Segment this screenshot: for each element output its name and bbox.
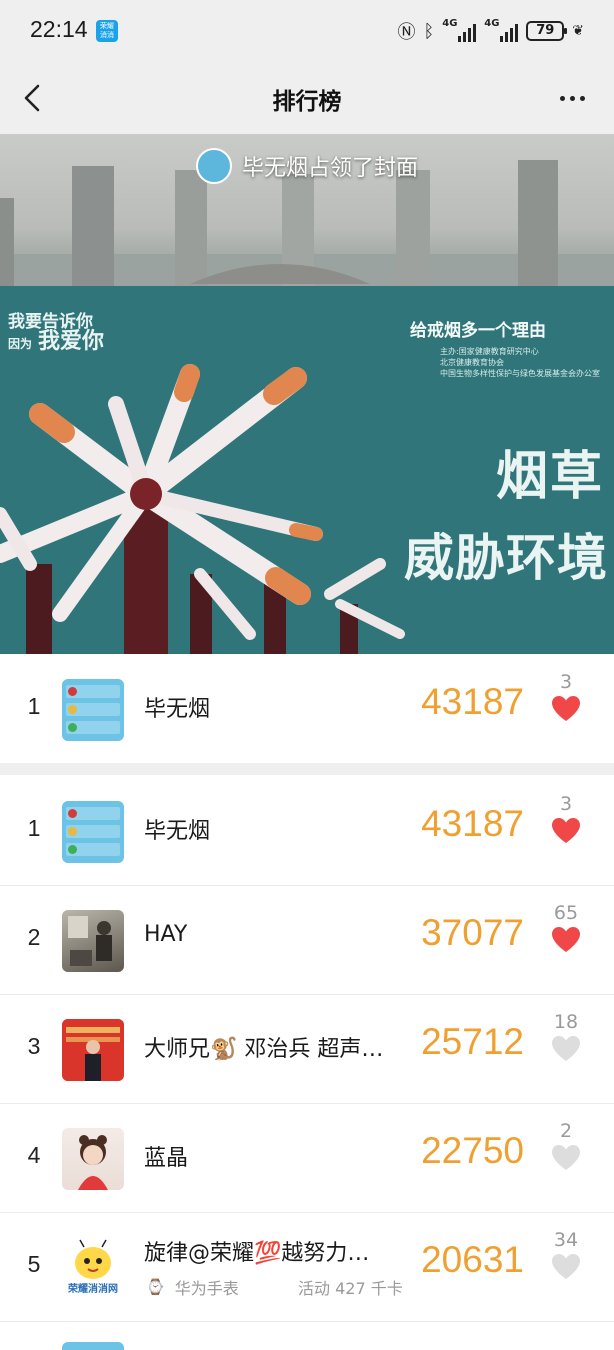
avatar[interactable] xyxy=(62,801,124,863)
cover-avatar xyxy=(195,148,232,184)
avatar[interactable] xyxy=(62,1019,124,1081)
heart-icon xyxy=(552,1145,580,1170)
nfc-icon: Ⓝ xyxy=(397,22,416,43)
user-name: 大师兄🐒 邓治兵 超声… xyxy=(144,1037,384,1062)
row-divider xyxy=(0,1321,614,1322)
ranking-row[interactable]: 3 大师兄🐒 邓治兵 超声… 25712 18 xyxy=(0,995,614,1103)
cover-slogan: 我要告诉你 因为 我爱你 xyxy=(8,312,104,354)
like-count: 65 xyxy=(553,902,579,924)
activity-calories: 活动 427 千卡 xyxy=(298,1279,403,1298)
cover-big-text-1: 烟草 xyxy=(495,447,604,507)
cover-banner: 毕无烟占领了封面 xyxy=(0,148,614,184)
avatar[interactable] xyxy=(62,679,124,741)
step-count: 43187 xyxy=(421,681,524,722)
step-count: 25712 xyxy=(421,1021,524,1062)
app-notification-icon: 荣耀 消消 xyxy=(96,20,118,42)
like-count: 3 xyxy=(559,793,573,815)
like-button[interactable]: 2 xyxy=(544,1120,588,1176)
signal-1-icon: 4G xyxy=(442,18,477,42)
rank-number: 3 xyxy=(27,1033,41,1059)
like-button[interactable]: 18 xyxy=(544,1011,588,1067)
like-count: 2 xyxy=(559,1120,573,1142)
user-name: 毕无烟 xyxy=(144,697,211,722)
user-name: HAY xyxy=(144,922,188,947)
nav-bar: 排行榜 xyxy=(0,62,614,134)
like-count: 34 xyxy=(553,1229,579,1251)
heart-icon xyxy=(552,927,580,952)
section-gap xyxy=(0,763,614,775)
rank-number: 5 xyxy=(27,1251,41,1277)
more-dots-icon xyxy=(559,95,565,101)
avatar-caption: 荣耀消消网 xyxy=(68,1284,118,1295)
battery-icon: 79 xyxy=(526,21,568,41)
activity-info: ⌚ 华为手表 活动 427 千卡 xyxy=(146,1275,403,1299)
status-icons: Ⓝ ᛒ 4G 4G 79 ❦ xyxy=(397,18,584,44)
bluetooth-icon: ᛒ xyxy=(423,20,435,42)
ranking-row[interactable]: 5 荣耀消消网 旋律@荣耀💯越努力… ⌚ 华为手表 活动 427 千卡 2063… xyxy=(0,1213,614,1321)
page-title: 排行榜 xyxy=(272,89,342,115)
step-count: 22750 xyxy=(421,1130,524,1171)
cover-sub-text: 主办:国家健康教育研究中心 北京健康教育协会 中国生物多样性保护与绿色发展基金会… xyxy=(440,347,600,378)
user-name: 毕无烟 xyxy=(144,819,211,844)
avatar[interactable] xyxy=(62,910,124,972)
next-row-avatar xyxy=(62,1342,124,1350)
like-button[interactable]: 65 xyxy=(544,902,588,958)
like-button[interactable]: 3 xyxy=(544,671,588,727)
user-name: 旋律@荣耀💯越努力… xyxy=(144,1241,370,1266)
ranking-row[interactable]: 2 HAY 37077 65 xyxy=(0,886,614,994)
my-rank-row[interactable]: 1 毕无烟 43187 3 xyxy=(0,655,614,763)
status-time: 22:14 xyxy=(30,16,88,42)
ranking-row[interactable]: 1 毕无烟 43187 3 xyxy=(0,777,614,885)
step-count: 43187 xyxy=(421,803,524,844)
heart-icon xyxy=(552,696,580,721)
like-button[interactable]: 3 xyxy=(544,793,588,849)
avatar[interactable] xyxy=(62,1128,124,1190)
rank-number: 2 xyxy=(27,924,41,950)
cover-headline: 给戒烟多一个理由 xyxy=(410,321,546,341)
like-count: 18 xyxy=(553,1011,579,1033)
like-button[interactable]: 34 xyxy=(544,1229,588,1285)
ranking-row[interactable]: 4 蓝晶 22750 2 xyxy=(0,1104,614,1212)
rank-number: 1 xyxy=(27,815,41,841)
rank-number: 4 xyxy=(27,1142,41,1168)
heart-icon xyxy=(552,818,580,843)
heart-icon xyxy=(552,1254,580,1279)
like-count: 3 xyxy=(559,671,573,693)
cover-big-text-2: 威胁环境 xyxy=(404,529,608,587)
cover-image[interactable]: 毕无烟占领了封面 我要告诉你 因为 我爱你 给戒烟多一个理由 主办:国家健康教育… xyxy=(0,134,614,654)
heart-icon xyxy=(552,1036,580,1061)
step-count: 37077 xyxy=(421,912,524,953)
avatar[interactable]: 荣耀消消网 xyxy=(62,1237,124,1299)
signal-2-icon: 4G xyxy=(484,18,519,42)
device-name: 华为手表 xyxy=(174,1279,239,1298)
rank-number: 1 xyxy=(27,693,41,719)
status-bar: 22:14 荣耀 消消 Ⓝ ᛒ 4G 4G 79 ❦ xyxy=(0,0,614,62)
user-name: 蓝晶 xyxy=(144,1146,189,1171)
cover-banner-text: 毕无烟占领了封面 xyxy=(241,156,418,181)
eco-leaf-icon: ❦ xyxy=(572,23,584,39)
watch-icon: ⌚ xyxy=(146,1278,165,1296)
step-count: 20631 xyxy=(421,1239,524,1280)
more-button[interactable] xyxy=(552,82,592,114)
